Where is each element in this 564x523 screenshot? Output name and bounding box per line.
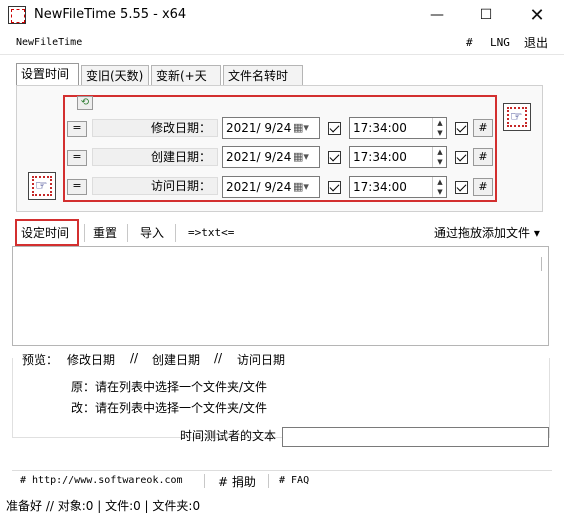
- footer-separator: [268, 474, 269, 488]
- row-create-eq-button[interactable]: =: [67, 150, 87, 166]
- title-bar: NewFileTime 5.55 - x64 — ☐ ✕: [0, 0, 564, 30]
- time-spinner[interactable]: ▲ ▼: [432, 177, 447, 197]
- row-create-time-picker[interactable]: 17:34:00 ▲ ▼: [349, 146, 447, 168]
- menu-exit[interactable]: 退出: [524, 34, 548, 51]
- txt-export-button[interactable]: =>txt<=: [188, 222, 234, 244]
- row-modify-date-picker[interactable]: 2021/ 9/24 ▦▾: [222, 117, 320, 139]
- row-modify-label: 修改日期：: [92, 119, 218, 137]
- window-title: NewFileTime 5.55 - x64: [34, 7, 187, 22]
- toolbar-separator: [84, 224, 85, 242]
- row-modify-time-picker[interactable]: 17:34:00 ▲ ▼: [349, 117, 447, 139]
- row-access-time-checkbox[interactable]: [455, 181, 468, 194]
- status-text: 准备好 // 对象:0 | 文件:0 | 文件夹:0: [6, 499, 201, 513]
- drop-target-right-icon[interactable]: [503, 103, 531, 131]
- time-spinner[interactable]: ▲ ▼: [432, 118, 447, 138]
- row-access-eq-button[interactable]: =: [67, 179, 87, 195]
- row-modify-time-checkbox[interactable]: [455, 122, 468, 135]
- drag-add-files-dropdown[interactable]: 通过拖放添加文件 ▾: [434, 222, 540, 244]
- row-access-date-checkbox[interactable]: [328, 181, 341, 194]
- row-create-date-checkbox[interactable]: [328, 151, 341, 164]
- preview-frame: [12, 358, 550, 438]
- row-access-date-picker[interactable]: 2021/ 9/24 ▦▾: [222, 176, 320, 198]
- import-button[interactable]: 导入: [140, 222, 164, 244]
- preview-original: 原：请在列表中选择一个文件夹/文件: [71, 380, 268, 394]
- maximize-button[interactable]: ☐: [463, 0, 509, 30]
- set-time-button[interactable]: 设定时间: [21, 222, 69, 244]
- menu-bar: NewFileTime # LNG 退出: [0, 30, 564, 55]
- reset-button[interactable]: 重置: [93, 222, 117, 244]
- refresh-icon[interactable]: ⟲: [77, 96, 93, 110]
- website-link[interactable]: # http://www.softwareok.com: [20, 475, 183, 486]
- time-tester-input[interactable]: [282, 427, 549, 447]
- row-access-label: 访问日期：: [92, 177, 218, 195]
- row-access-time: 17:34:00: [353, 180, 407, 194]
- menu-hash[interactable]: #: [466, 36, 473, 49]
- row-create-hash-button[interactable]: #: [473, 148, 493, 166]
- time-spinner[interactable]: ▲ ▼: [432, 147, 447, 167]
- menu-app-name[interactable]: NewFileTime: [16, 37, 82, 48]
- drop-target-left-icon[interactable]: [28, 172, 56, 200]
- file-list[interactable]: [12, 246, 549, 346]
- footer-links: # http://www.softwareok.com # 捐助 # FAQ: [12, 470, 552, 491]
- preview-changed: 改：请在列表中选择一个文件夹/文件: [71, 401, 268, 415]
- tab-newer[interactable]: 变新(+天数): [151, 65, 221, 103]
- minimize-button[interactable]: —: [414, 0, 460, 30]
- calendar-icon[interactable]: ▦▾: [293, 177, 309, 197]
- row-modify-hash-button[interactable]: #: [473, 119, 493, 137]
- row-create-date: 2021/ 9/24: [226, 150, 292, 164]
- row-access-date: 2021/ 9/24: [226, 180, 292, 194]
- row-create-label: 创建日期：: [92, 148, 218, 166]
- status-bar: 准备好 // 对象:0 | 文件:0 | 文件夹:0: [0, 496, 564, 516]
- toolbar-separator: [127, 224, 128, 242]
- faq-link[interactable]: # FAQ: [279, 475, 309, 486]
- menu-lng[interactable]: LNG: [490, 36, 510, 49]
- row-access-time-picker[interactable]: 17:34:00 ▲ ▼: [349, 176, 447, 198]
- row-modify-date: 2021/ 9/24: [226, 121, 292, 135]
- footer-separator: [204, 474, 205, 488]
- row-access-hash-button[interactable]: #: [473, 178, 493, 196]
- toolbar-separator: [175, 224, 176, 242]
- tab-older[interactable]: 变旧(天数): [81, 65, 149, 85]
- row-modify-date-checkbox[interactable]: [328, 122, 341, 135]
- calendar-icon[interactable]: ▦▾: [293, 118, 309, 138]
- app-icon: [8, 6, 26, 24]
- row-create-date-picker[interactable]: 2021/ 9/24 ▦▾: [222, 146, 320, 168]
- list-scroll-indicator: [541, 257, 542, 271]
- donate-link[interactable]: # 捐助: [218, 473, 256, 490]
- time-tester-label: 时间测试者的文本: [180, 429, 277, 443]
- row-modify-eq-button[interactable]: =: [67, 121, 87, 137]
- row-modify-time: 17:34:00: [353, 121, 407, 135]
- tab-set-time[interactable]: 设置时间: [16, 63, 79, 85]
- row-create-time: 17:34:00: [353, 150, 407, 164]
- row-create-time-checkbox[interactable]: [455, 151, 468, 164]
- close-button[interactable]: ✕: [514, 0, 560, 30]
- tab-filename-to-time[interactable]: 文件名转时间: [223, 65, 303, 103]
- calendar-icon[interactable]: ▦▾: [293, 147, 309, 167]
